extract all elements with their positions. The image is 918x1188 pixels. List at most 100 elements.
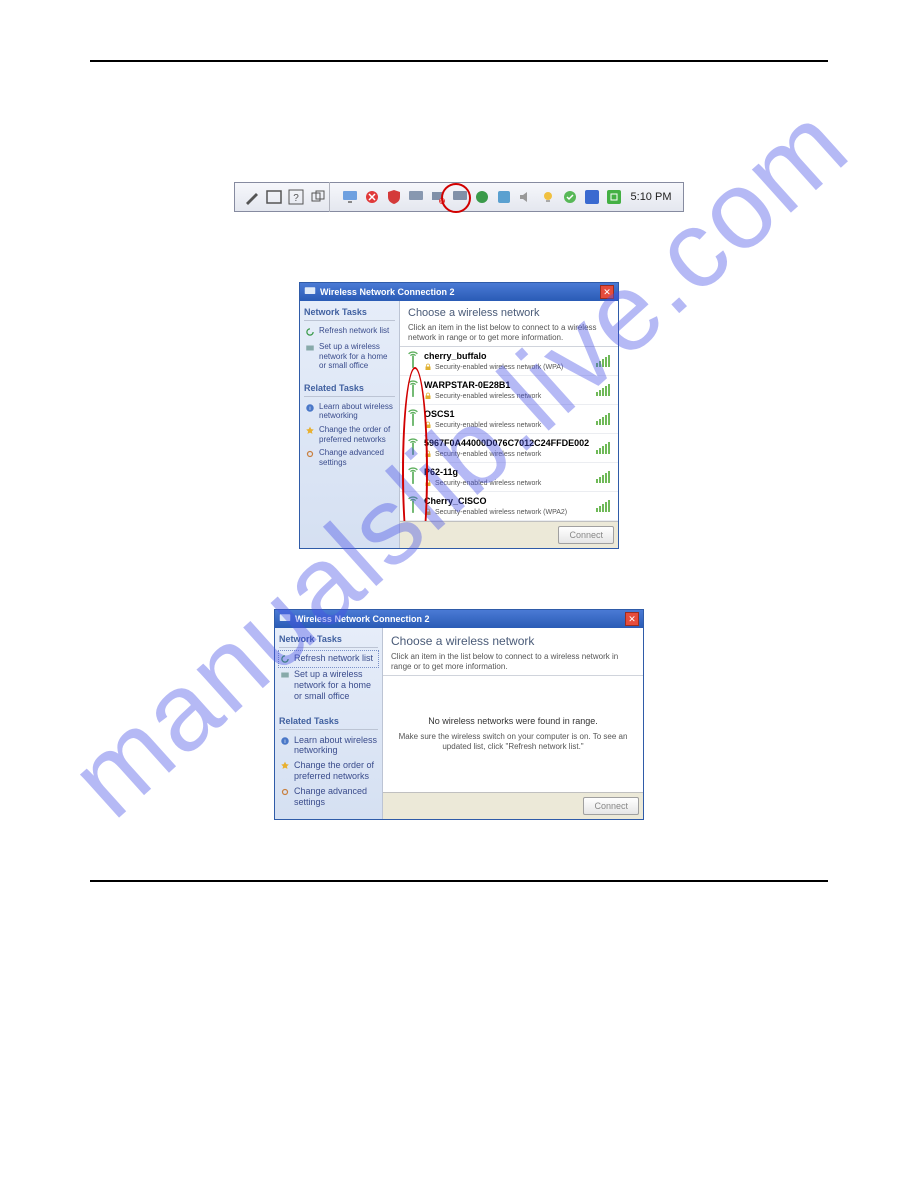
sidebar-learn[interactable]: i Learn about wireless networking xyxy=(279,733,378,759)
close-button[interactable]: ✕ xyxy=(600,285,614,299)
close-button[interactable]: ✕ xyxy=(625,612,639,626)
main-panel: Choose a wireless network Click an item … xyxy=(400,301,618,548)
lock-icon xyxy=(424,363,432,371)
tray-icon-safely-remove xyxy=(562,189,578,205)
window-wireless-list: Wireless Network Connection 2 ✕ Network … xyxy=(299,282,619,549)
button-bar: Connect xyxy=(383,792,643,819)
gear-icon xyxy=(279,786,291,798)
tray-icon-shield xyxy=(386,189,402,205)
info-icon: i xyxy=(279,735,291,747)
setup-icon xyxy=(279,669,291,681)
taskbar-figure: ? 5:10 PM xyxy=(90,182,828,212)
svg-text:i: i xyxy=(309,406,310,412)
network-name: P62-11g xyxy=(424,467,610,477)
tray-icon-volume xyxy=(518,189,534,205)
button-bar: Connect xyxy=(400,521,618,548)
network-name: OSCS1 xyxy=(424,409,610,419)
tray-separator xyxy=(329,182,335,212)
main-panel: Choose a wireless network Click an item … xyxy=(383,628,643,819)
system-tray: ? 5:10 PM xyxy=(234,182,685,212)
tray-icon-app xyxy=(584,189,600,205)
main-heading: Choose a wireless network xyxy=(400,301,618,321)
network-security: Security-enabled wireless network xyxy=(435,480,541,487)
sidebar-header-related: Related Tasks xyxy=(304,381,395,397)
connect-button[interactable]: Connect xyxy=(583,797,639,815)
titlebar-text: Wireless Network Connection 2 xyxy=(320,287,454,297)
sidebar-setup-label: Set up a wireless network for a home or … xyxy=(294,669,378,701)
network-security: Security-enabled wireless network xyxy=(435,451,541,458)
tray-clock: 5:10 PM xyxy=(625,191,678,203)
tray-icon-help: ? xyxy=(288,189,304,205)
empty-line1: No wireless networks were found in range… xyxy=(428,716,598,726)
network-name: cherry_buffalo xyxy=(424,351,610,361)
titlebar-icon xyxy=(279,612,291,626)
signal-icon xyxy=(596,355,610,367)
main-heading: Choose a wireless network xyxy=(383,628,643,650)
sidebar-setup[interactable]: Set up a wireless network for a home or … xyxy=(304,340,395,373)
connect-button[interactable]: Connect xyxy=(558,526,614,544)
sidebar-setup-label: Set up a wireless network for a home or … xyxy=(319,342,395,371)
lock-icon xyxy=(424,392,432,400)
window-wireless-empty: Wireless Network Connection 2 ✕ Network … xyxy=(274,609,644,820)
tray-icon-globe xyxy=(474,189,490,205)
sidebar-learn-label: Learn about wireless networking xyxy=(294,735,378,757)
sidebar-advanced-label: Change advanced settings xyxy=(319,448,395,467)
tray-icon-display xyxy=(408,189,424,205)
refresh-icon xyxy=(304,326,316,338)
titlebar: Wireless Network Connection 2 ✕ xyxy=(275,610,643,628)
svg-text:?: ? xyxy=(293,193,299,204)
sidebar-advanced[interactable]: Change advanced settings xyxy=(304,446,395,469)
page-rule-top xyxy=(90,60,828,62)
sidebar-header-tasks: Network Tasks xyxy=(279,632,378,648)
network-item[interactable]: Cherry_CISCO Security-enabled wireless n… xyxy=(400,492,618,521)
network-name: 5967F0A44000D076C7012C24FFDE002 xyxy=(424,438,610,448)
network-item[interactable]: WARPSTAR-0E28B1 Security-enabled wireles… xyxy=(400,376,618,405)
network-security: Security-enabled wireless network xyxy=(435,393,541,400)
sidebar-refresh[interactable]: Refresh network list xyxy=(304,324,395,340)
main-subtext: Click an item in the list below to conne… xyxy=(383,650,643,675)
sidebar-advanced[interactable]: Change advanced settings xyxy=(279,784,378,810)
empty-state: No wireless networks were found in range… xyxy=(383,675,643,792)
refresh-icon xyxy=(279,653,291,665)
network-item[interactable]: cherry_buffalo Security-enabled wireless… xyxy=(400,347,618,376)
tray-icon-wand xyxy=(244,189,260,205)
tray-icon-bulb xyxy=(540,189,556,205)
titlebar-text: Wireless Network Connection 2 xyxy=(295,614,429,624)
sidebar-order-label: Change the order of preferred networks xyxy=(294,760,378,782)
network-name: Cherry_CISCO xyxy=(424,496,610,506)
signal-icon xyxy=(596,500,610,512)
network-security: Security-enabled wireless network xyxy=(435,422,541,429)
network-security: Security-enabled wireless network (WPA) xyxy=(435,364,563,371)
tray-icon-cascade xyxy=(310,189,326,205)
svg-text:i: i xyxy=(284,738,285,744)
star-icon xyxy=(279,760,291,772)
empty-line2: Make sure the wireless switch on your co… xyxy=(393,732,633,753)
tray-icon-error xyxy=(364,189,380,205)
sidebar-header-tasks: Network Tasks xyxy=(304,305,395,321)
page-rule-bottom xyxy=(90,880,828,882)
sidebar-order[interactable]: Change the order of preferred networks xyxy=(304,423,395,446)
sidebar: Network Tasks Refresh network list Set u… xyxy=(275,628,383,819)
gear-icon xyxy=(304,448,316,460)
sidebar-setup[interactable]: Set up a wireless network for a home or … xyxy=(279,667,378,703)
sidebar-advanced-label: Change advanced settings xyxy=(294,786,378,808)
main-subtext: Click an item in the list below to conne… xyxy=(400,321,618,346)
sidebar-learn-label: Learn about wireless networking xyxy=(319,402,395,421)
sidebar-refresh[interactable]: Refresh network list xyxy=(279,651,378,667)
network-item[interactable]: OSCS1 Security-enabled wireless network xyxy=(400,405,618,434)
signal-icon xyxy=(596,442,610,454)
titlebar-icon xyxy=(304,285,316,299)
tray-icon-expand xyxy=(606,189,622,205)
sidebar-learn[interactable]: i Learn about wireless networking xyxy=(304,400,395,423)
network-item[interactable]: P62-11g Security-enabled wireless networ… xyxy=(400,463,618,492)
sidebar-order-label: Change the order of preferred networks xyxy=(319,425,395,444)
tray-icon-window xyxy=(266,189,282,205)
sidebar-order[interactable]: Change the order of preferred networks xyxy=(279,758,378,784)
signal-icon xyxy=(596,413,610,425)
info-icon: i xyxy=(304,402,316,414)
network-security: Security-enabled wireless network (WPA2) xyxy=(435,509,567,516)
sidebar-refresh-label: Refresh network list xyxy=(319,326,395,338)
setup-icon xyxy=(304,342,316,354)
tray-icon-device xyxy=(496,189,512,205)
network-item[interactable]: 5967F0A44000D076C7012C24FFDE002 Security… xyxy=(400,434,618,463)
